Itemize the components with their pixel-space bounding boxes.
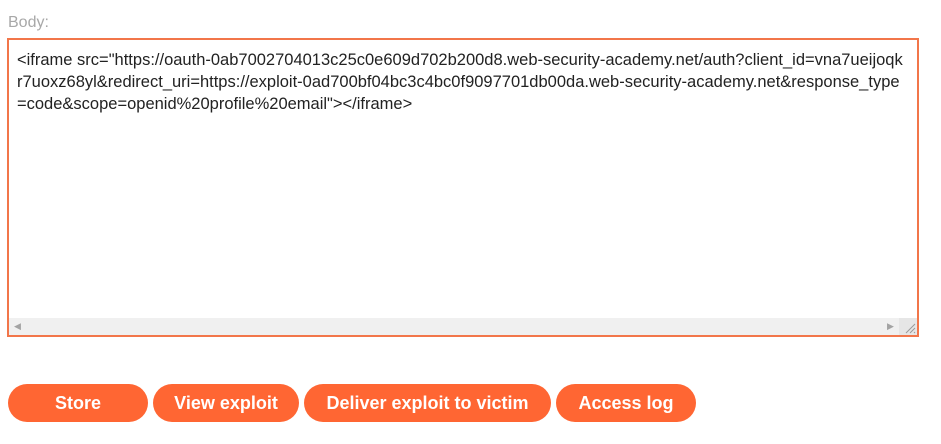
action-buttons: Store View exploit Deliver exploit to vi… <box>8 384 696 422</box>
deliver-exploit-button[interactable]: Deliver exploit to victim <box>304 384 551 422</box>
resize-grip-icon[interactable] <box>899 318 917 335</box>
body-textarea-value[interactable]: <iframe src="https://oauth-0ab7002704013… <box>17 49 907 115</box>
view-exploit-button[interactable]: View exploit <box>153 384 299 422</box>
access-log-button[interactable]: Access log <box>556 384 696 422</box>
store-button[interactable]: Store <box>8 384 148 422</box>
body-textarea[interactable]: <iframe src="https://oauth-0ab7002704013… <box>7 38 919 337</box>
scroll-right-icon[interactable]: ▶ <box>882 318 899 335</box>
horizontal-scrollbar[interactable]: ◀ ▶ <box>9 318 899 335</box>
scroll-left-icon[interactable]: ◀ <box>9 318 26 335</box>
exploit-server-form: Body: <iframe src="https://oauth-0ab7002… <box>0 0 941 444</box>
body-label: Body: <box>8 14 49 31</box>
